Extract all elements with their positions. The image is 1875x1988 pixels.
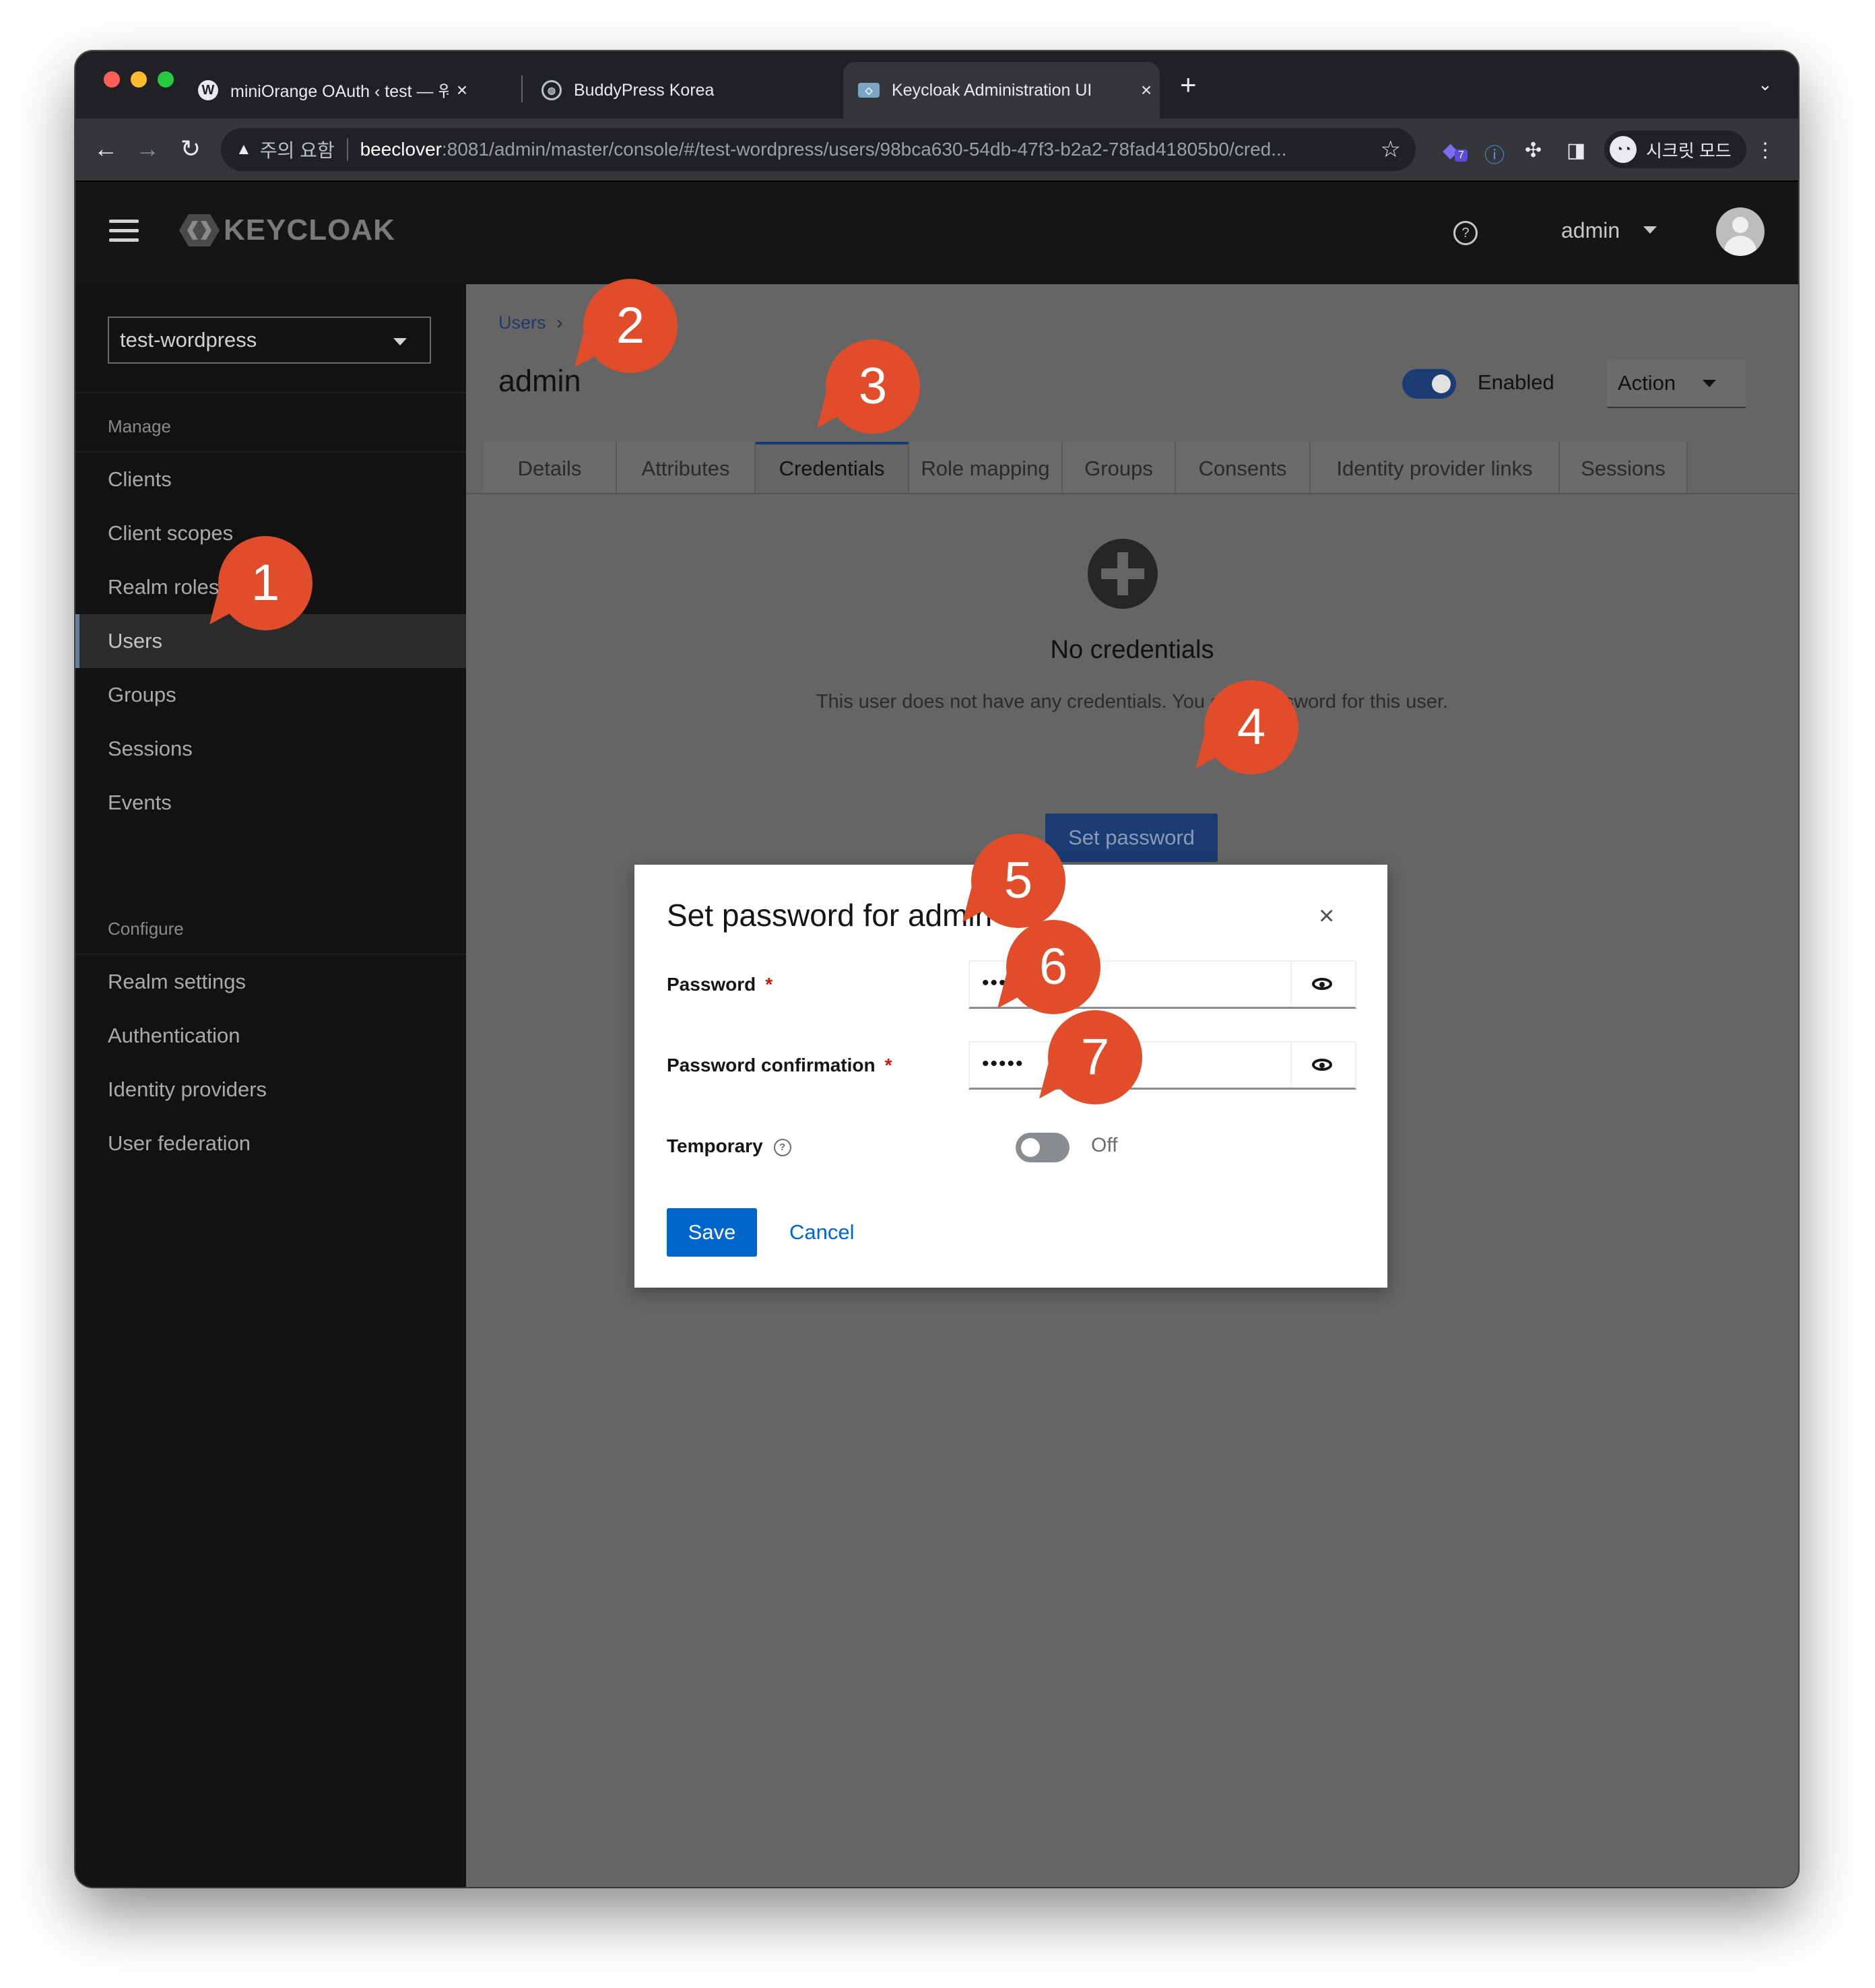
close-icon[interactable]: ×	[1319, 902, 1334, 929]
user-menu-toggle[interactable]: admin	[1561, 218, 1620, 243]
sidebar-item-authentication[interactable]: Authentication	[75, 1009, 466, 1063]
sidebar: test-wordpress Manage Clients Client sco…	[75, 284, 466, 1887]
user-tabs: Details Attributes Credentials Role mapp…	[466, 442, 1798, 494]
caret-down-icon	[393, 338, 407, 345]
new-tab-button[interactable]: +	[1180, 70, 1197, 100]
password-confirmation-label: Password confirmation *	[667, 1055, 892, 1075]
reload-button[interactable]: ↻	[174, 132, 207, 166]
help-icon[interactable]: ?	[773, 1138, 791, 1156]
breadcrumb-users-link[interactable]: Users	[498, 312, 546, 333]
tab-consents[interactable]: Consents	[1176, 442, 1311, 493]
realm-selector[interactable]: test-wordpress	[108, 317, 431, 364]
close-tab-icon[interactable]: ×	[449, 79, 475, 101]
breadcrumb-separator: ›	[556, 312, 563, 333]
sidebar-item-groups[interactable]: Groups	[75, 668, 466, 722]
password-confirmation-field[interactable]: •••••	[968, 1041, 1356, 1090]
tab-credentials[interactable]: Credentials	[756, 442, 909, 493]
extension-icon[interactable]: ◆ 7	[1443, 139, 1468, 162]
callout-3: 3	[803, 339, 920, 439]
app-header: KEYCLOAK ? admin	[75, 182, 1798, 284]
sidebar-item-clients[interactable]: Clients	[75, 453, 466, 506]
cancel-button[interactable]: Cancel	[789, 1208, 855, 1257]
browser-tab-keycloak[interactable]: ◇ Keycloak Administration UI ×	[843, 62, 1160, 119]
tab-search-chevron-icon[interactable]: ⌄	[1758, 74, 1773, 95]
browser-window: W miniOrange OAuth ‹ test — 워드 × ◍ Buddy…	[75, 51, 1798, 1887]
set-password-modal: Set password for admin × Password * •••••…	[634, 865, 1387, 1288]
password-manager-icon[interactable]: ⓘ	[1484, 139, 1505, 168]
bookmark-star-icon[interactable]: ☆	[1381, 136, 1401, 163]
sidebar-divider	[75, 392, 466, 393]
sidebar-item-events[interactable]: Events	[75, 776, 466, 830]
enabled-label: Enabled	[1478, 370, 1554, 394]
tab-attributes[interactable]: Attributes	[617, 442, 756, 493]
incognito-indicator[interactable]: ◔◔ 시크릿 모드	[1604, 131, 1746, 168]
address-bar[interactable]: ▲ 주의 요함 beeclover :8081/admin/master/con…	[221, 128, 1416, 171]
sidebar-item-user-federation[interactable]: User federation	[75, 1117, 466, 1170]
caret-down-icon	[1703, 380, 1716, 387]
temporary-label: Temporary?	[667, 1135, 791, 1157]
minimize-window-button[interactable]	[131, 71, 147, 88]
avatar[interactable]	[1716, 207, 1765, 256]
puzzle-extensions-icon[interactable]: ✣	[1525, 139, 1542, 162]
close-window-button[interactable]	[104, 71, 120, 88]
callout-2: 2	[560, 279, 678, 378]
incognito-icon: ◔◔	[1610, 136, 1637, 163]
action-dropdown[interactable]: Action	[1607, 360, 1746, 408]
sidebar-heading-configure: Configure	[108, 919, 184, 939]
zoom-window-button[interactable]	[158, 71, 174, 88]
set-password-button[interactable]: Set password	[1045, 814, 1218, 862]
modal-title: Set password for admin	[667, 898, 993, 933]
browser-toolbar: ← → ↻ ▲ 주의 요함 beeclover :8081/admin/mast…	[75, 119, 1798, 182]
callout-1: 1	[195, 536, 312, 636]
password-label: Password *	[667, 974, 773, 995]
callout-7: 7	[1025, 1010, 1142, 1110]
callout-4: 4	[1181, 680, 1298, 780]
callout-6: 6	[983, 920, 1100, 1020]
globe-icon: ◍	[541, 80, 562, 100]
page-title: admin	[498, 364, 581, 398]
keycloak-icon: ◇	[858, 83, 880, 98]
callout-5: 5	[948, 834, 1065, 933]
side-panel-icon[interactable]: ◨	[1567, 139, 1585, 162]
sidebar-item-identity-providers[interactable]: Identity providers	[75, 1063, 466, 1117]
address-divider	[346, 138, 348, 161]
show-password-eye-icon[interactable]	[1290, 1042, 1355, 1088]
warning-icon: ▲	[236, 140, 252, 158]
wordpress-icon: W	[198, 80, 218, 100]
tab-strip: W miniOrange OAuth ‹ test — 워드 × ◍ Buddy…	[75, 51, 1798, 119]
sidebar-item-realm-settings[interactable]: Realm settings	[75, 955, 466, 1009]
forward-button[interactable]: →	[131, 132, 164, 166]
sidebar-item-sessions[interactable]: Sessions	[75, 722, 466, 776]
temporary-toggle[interactable]	[1016, 1133, 1070, 1162]
tab-details[interactable]: Details	[484, 442, 617, 493]
caret-down-icon[interactable]	[1643, 226, 1657, 234]
empty-state-title: No credentials	[1050, 636, 1214, 664]
add-circle-icon	[1088, 539, 1158, 609]
hamburger-menu-icon[interactable]	[109, 220, 139, 248]
more-menu-icon[interactable]: ⋮	[1755, 139, 1775, 162]
sidebar-heading-manage: Manage	[108, 416, 171, 436]
save-button[interactable]: Save	[667, 1208, 757, 1257]
tab-sessions[interactable]: Sessions	[1560, 442, 1688, 493]
keycloak-logo[interactable]: KEYCLOAK	[178, 213, 395, 248]
close-tab-icon[interactable]: ×	[1133, 79, 1160, 101]
show-password-eye-icon[interactable]	[1290, 962, 1355, 1007]
empty-state-body: This user does not have any credentials.…	[816, 691, 1449, 713]
tab-groups[interactable]: Groups	[1063, 442, 1176, 493]
help-icon[interactable]: ?	[1453, 221, 1478, 245]
tab-separator	[521, 75, 523, 102]
temporary-state-label: Off	[1091, 1134, 1118, 1156]
tab-identity-provider-links[interactable]: Identity provider links	[1311, 442, 1560, 493]
browser-tab-miniorange[interactable]: W miniOrange OAuth ‹ test — 워드 ×	[183, 62, 475, 119]
keycloak-logo-icon	[179, 214, 220, 246]
tab-role-mapping[interactable]: Role mapping	[909, 442, 1063, 493]
enabled-toggle[interactable]	[1402, 369, 1456, 399]
back-button[interactable]: ←	[89, 132, 123, 166]
